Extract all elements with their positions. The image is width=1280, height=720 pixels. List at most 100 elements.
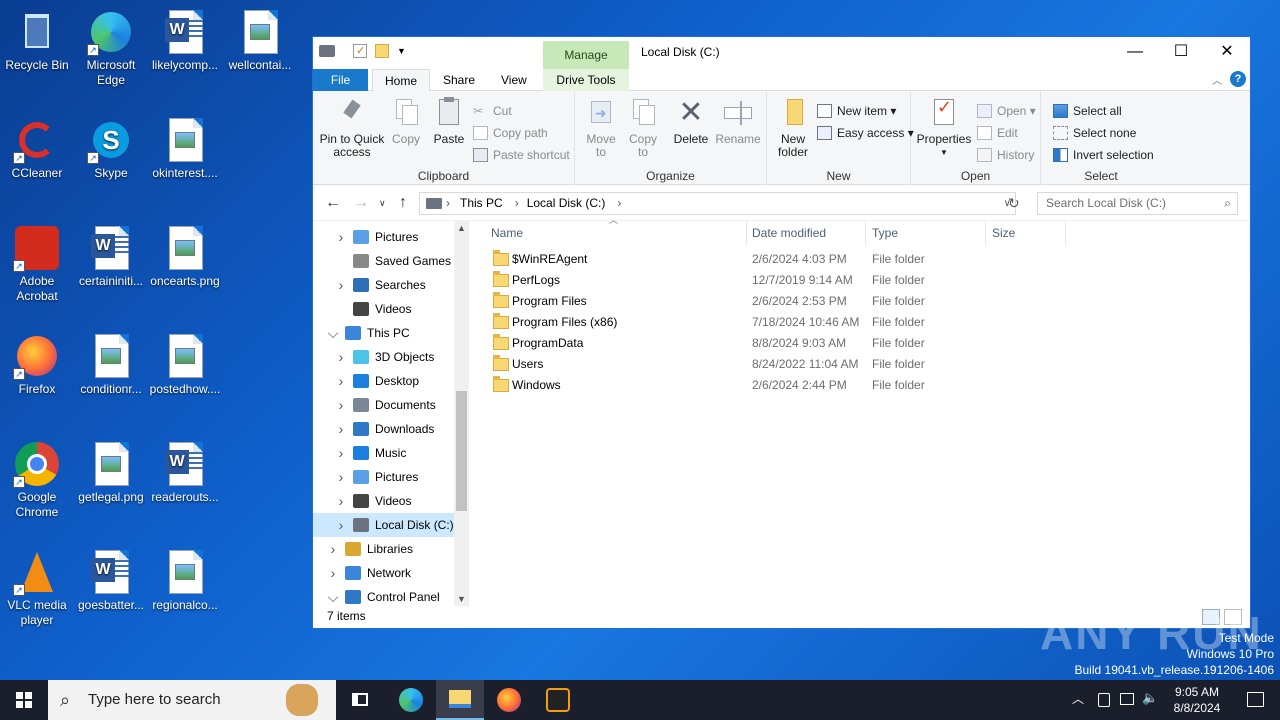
new-folder-button[interactable]: New folder bbox=[771, 97, 815, 159]
nav-item[interactable]: › Libraries bbox=[313, 537, 454, 561]
new-folder-qat-icon[interactable] bbox=[375, 44, 389, 58]
nav-scrollbar[interactable]: ▲ ▼ bbox=[454, 221, 469, 606]
chevron-right-icon[interactable]: › bbox=[327, 537, 339, 561]
chevron-right-icon[interactable]: › bbox=[335, 225, 347, 249]
file-row[interactable]: Windows 2/6/2024 2:44 PM File folder bbox=[487, 375, 1047, 396]
nav-item[interactable]: › Pictures bbox=[313, 225, 454, 249]
column-size[interactable]: Size bbox=[986, 221, 1066, 245]
file-row[interactable]: ProgramData 8/8/2024 9:03 AM File folder bbox=[487, 333, 1047, 354]
file-row[interactable]: PerfLogs 12/7/2019 9:14 AM File folder bbox=[487, 270, 1047, 291]
chevron-right-icon[interactable]: › bbox=[335, 369, 347, 393]
nav-item[interactable]: › Pictures bbox=[313, 465, 454, 489]
copy-to-button[interactable]: Copy to bbox=[625, 97, 661, 159]
paste-shortcut-button[interactable]: Paste shortcut bbox=[473, 145, 570, 165]
recent-locations-icon[interactable]: ∨ bbox=[379, 198, 386, 209]
taskbar-file-explorer[interactable] bbox=[436, 680, 484, 720]
properties-button[interactable]: ✓ Properties ▼ bbox=[915, 97, 973, 159]
desktop-icon[interactable]: Wgoesbatter... bbox=[74, 548, 148, 613]
desktop-icon[interactable]: Recycle Bin bbox=[0, 8, 74, 73]
chevron-right-icon[interactable]: › bbox=[335, 417, 347, 441]
breadcrumb-this-pc[interactable]: This PC bbox=[460, 196, 503, 210]
show-hidden-icons-icon[interactable]: ︿ bbox=[1072, 690, 1084, 707]
edit-button[interactable]: Edit bbox=[977, 123, 1018, 143]
desktop-icon[interactable]: regionalco... bbox=[148, 548, 222, 613]
chevron-right-icon[interactable]: › bbox=[335, 465, 347, 489]
start-button[interactable] bbox=[0, 680, 48, 720]
collapse-ribbon-icon[interactable]: ︿ bbox=[1212, 72, 1222, 87]
easy-access-button[interactable]: Easy access ▾ bbox=[817, 123, 914, 143]
nav-item[interactable]: › Network bbox=[313, 561, 454, 585]
back-arrow-icon[interactable]: ← bbox=[325, 194, 341, 212]
nav-item[interactable]: › Desktop bbox=[313, 369, 454, 393]
desktop-icon[interactable]: S ↗ Skype bbox=[74, 116, 148, 181]
chevron-right-icon[interactable]: › bbox=[327, 561, 339, 585]
nav-item[interactable]: › Local Disk (C:) bbox=[313, 513, 454, 537]
properties-qat-icon[interactable]: ✓ bbox=[353, 44, 367, 58]
chevron-right-icon[interactable]: › bbox=[335, 345, 347, 369]
column-name[interactable]: Name bbox=[485, 221, 747, 245]
copy-button[interactable]: Copy bbox=[387, 97, 425, 146]
up-arrow-icon[interactable]: ↑ bbox=[399, 194, 407, 212]
chevron-right-icon[interactable]: › bbox=[335, 393, 347, 417]
desktop-icon[interactable]: okinterest.... bbox=[148, 116, 222, 181]
chevron-right-icon[interactable]: › bbox=[335, 513, 347, 537]
desktop-icon[interactable]: wellcontai... bbox=[223, 8, 297, 73]
nav-item[interactable]: › 3D Objects bbox=[313, 345, 454, 369]
taskbar-ccleaner[interactable] bbox=[534, 680, 582, 720]
chevron-down-icon[interactable]: ⌵ bbox=[327, 321, 339, 345]
nav-item[interactable]: › Searches bbox=[313, 273, 454, 297]
file-row[interactable]: Program Files 2/6/2024 2:53 PM File folder bbox=[487, 291, 1047, 312]
tab-home[interactable]: Home bbox=[372, 69, 431, 91]
qat-dropdown-icon[interactable]: ▼ bbox=[397, 46, 406, 56]
action-center-button[interactable] bbox=[1232, 680, 1280, 720]
select-none-button[interactable]: Select none bbox=[1053, 123, 1136, 143]
tab-file[interactable]: File bbox=[313, 69, 368, 91]
select-all-button[interactable]: Select all bbox=[1053, 101, 1122, 121]
address-bar[interactable]: › This PC › Local Disk (C:) › ∨ bbox=[419, 192, 1016, 215]
nav-item[interactable]: › Music bbox=[313, 441, 454, 465]
desktop-icon[interactable]: Wlikelycomp... bbox=[148, 8, 222, 73]
nav-item[interactable]: ⌵ This PC bbox=[313, 321, 454, 345]
tab-share[interactable]: Share bbox=[431, 69, 487, 91]
nav-scroll-thumb[interactable] bbox=[456, 391, 467, 511]
file-row[interactable]: $WinREAgent 2/6/2024 4:03 PM File folder bbox=[487, 249, 1047, 270]
desktop-icon[interactable]: ↗ VLC media player bbox=[0, 548, 74, 628]
nav-item[interactable]: Saved Games bbox=[313, 249, 454, 273]
move-to-button[interactable]: ➜ Move to bbox=[583, 97, 619, 159]
file-row[interactable]: Program Files (x86) 7/18/2024 10:46 AM Fil… bbox=[487, 312, 1047, 333]
search-box[interactable]: Search Local Disk (C:) ⌕ bbox=[1037, 192, 1238, 215]
help-icon[interactable]: ? bbox=[1230, 71, 1246, 87]
copy-path-button[interactable]: Copy path bbox=[473, 123, 548, 143]
desktop-icon[interactable]: Wreaderouts... bbox=[148, 440, 222, 505]
manage-context-tab[interactable]: Manage bbox=[543, 41, 629, 69]
desktop-icon[interactable]: oncearts.png bbox=[148, 224, 222, 289]
file-row[interactable]: Users 8/24/2022 11:04 AM File folder bbox=[487, 354, 1047, 375]
column-type[interactable]: Type bbox=[866, 221, 986, 245]
history-button[interactable]: History bbox=[977, 145, 1034, 165]
chevron-right-icon[interactable]: › bbox=[335, 441, 347, 465]
desktop-icon[interactable]: postedhow.... bbox=[148, 332, 222, 397]
maximize-button[interactable]: ☐ bbox=[1158, 37, 1204, 67]
refresh-icon[interactable]: ↻ bbox=[1008, 195, 1020, 212]
delete-button[interactable]: ✕ Delete bbox=[671, 97, 711, 146]
nav-item[interactable]: › Documents bbox=[313, 393, 454, 417]
paste-button[interactable]: Paste bbox=[431, 97, 467, 146]
invert-selection-button[interactable]: Invert selection bbox=[1053, 145, 1154, 165]
desktop-icon[interactable]: Wcertaininiti... bbox=[74, 224, 148, 289]
tab-view[interactable]: View bbox=[489, 69, 539, 91]
forward-arrow-icon[interactable]: → bbox=[353, 194, 369, 212]
desktop-icon[interactable]: ↗ Firefox bbox=[0, 332, 74, 397]
taskbar-search[interactable]: ⌕ Type here to search bbox=[48, 680, 336, 720]
network-icon[interactable] bbox=[1120, 693, 1134, 705]
taskbar-clock[interactable]: 9:05 AM 8/8/2024 bbox=[1162, 684, 1232, 716]
desktop-icon[interactable]: ↗ CCleaner bbox=[0, 116, 74, 181]
task-view-button[interactable] bbox=[336, 680, 384, 720]
cut-action[interactable]: ✂ Cut bbox=[473, 101, 512, 121]
desktop-icon[interactable]: ↗ Adobe Acrobat bbox=[0, 224, 74, 304]
volume-icon[interactable]: 🔈 bbox=[1142, 690, 1158, 706]
nav-item[interactable]: › Downloads bbox=[313, 417, 454, 441]
open-button[interactable]: Open ▾ bbox=[977, 101, 1036, 121]
desktop-icon[interactable]: conditionr... bbox=[74, 332, 148, 397]
column-date-modified[interactable]: Date modified bbox=[746, 221, 866, 245]
breadcrumb-local-disk[interactable]: Local Disk (C:) bbox=[527, 196, 606, 210]
